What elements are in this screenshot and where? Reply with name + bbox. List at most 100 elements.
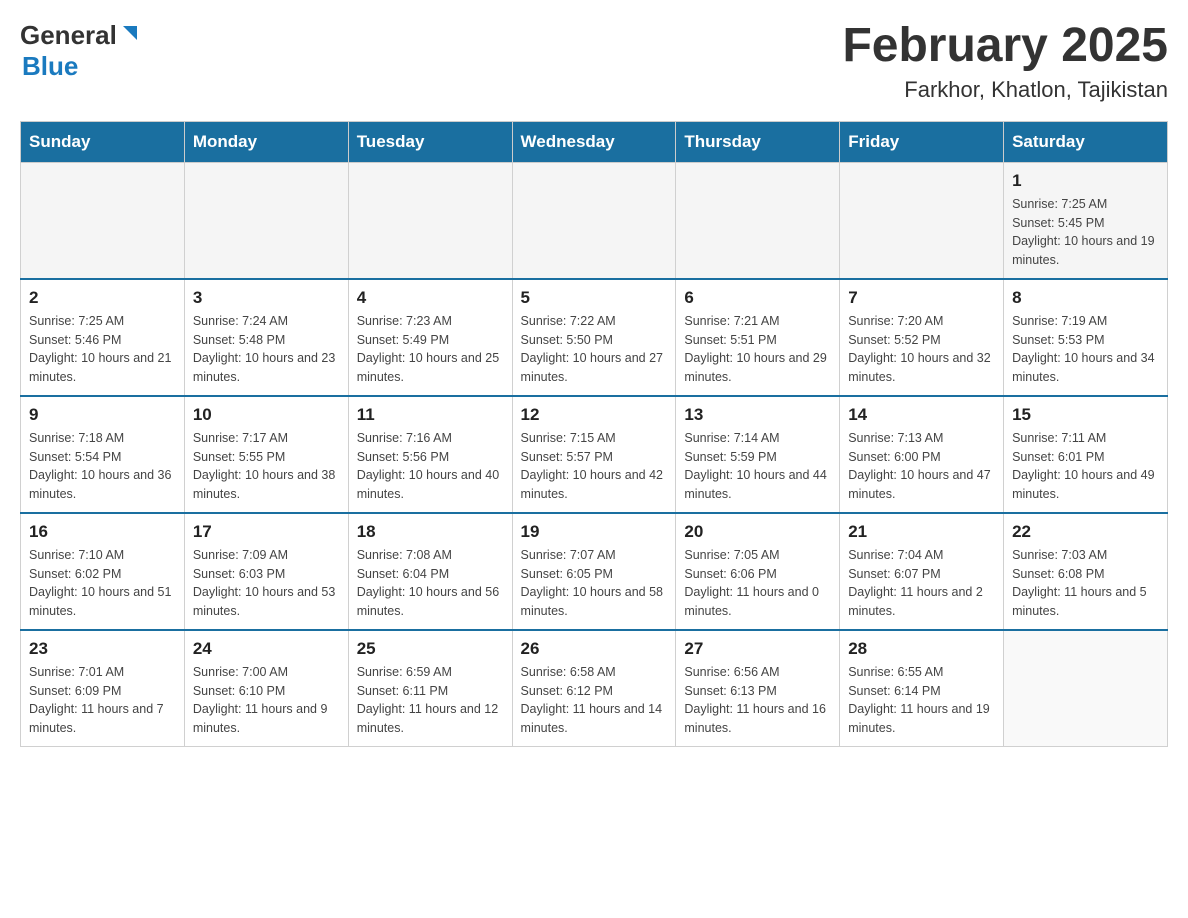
cell-day-number: 8 bbox=[1012, 288, 1159, 308]
title-block: February 2025 Farkhor, Khatlon, Tajikist… bbox=[842, 20, 1168, 103]
cell-sun-info: Sunrise: 7:03 AMSunset: 6:08 PMDaylight:… bbox=[1012, 546, 1159, 621]
calendar-header-row: Sunday Monday Tuesday Wednesday Thursday… bbox=[21, 121, 1168, 162]
calendar-cell: 17Sunrise: 7:09 AMSunset: 6:03 PMDayligh… bbox=[184, 513, 348, 630]
logo-blue-text: Blue bbox=[22, 51, 78, 81]
calendar-cell: 28 Sunrise: 6:55 AMSunset: 6:14 PMDayligh… bbox=[840, 630, 1004, 747]
calendar-cell: 27Sunrise: 6:56 AMSunset: 6:13 PMDayligh… bbox=[676, 630, 840, 747]
calendar-cell: 6 Sunrise: 7:21 AMSunset: 5:51 PMDaylight… bbox=[676, 279, 840, 396]
cell-sun-info: Sunrise: 7:13 AMSunset: 6:00 PMDaylight:… bbox=[848, 429, 995, 504]
logo: General Blue bbox=[20, 20, 141, 82]
calendar-cell: 4 Sunrise: 7:23 AMSunset: 5:49 PMDaylight… bbox=[348, 279, 512, 396]
cell-day-number: 25 bbox=[357, 639, 504, 659]
calendar-cell: 13 Sunrise: 7:14 AMSunset: 5:59 PMDayligh… bbox=[676, 396, 840, 513]
calendar-cell: 2 Sunrise: 7:25 AMSunset: 5:46 PMDaylight… bbox=[21, 279, 185, 396]
calendar-cell: 1 Sunrise: 7:25 AMSunset: 5:45 PMDaylight… bbox=[1004, 162, 1168, 279]
col-tuesday: Tuesday bbox=[348, 121, 512, 162]
calendar-cell: 20Sunrise: 7:05 AMSunset: 6:06 PMDayligh… bbox=[676, 513, 840, 630]
cell-sun-info: Sunrise: 7:20 AMSunset: 5:52 PMDaylight:… bbox=[848, 312, 995, 387]
cell-sun-info: Sunrise: 7:11 AMSunset: 6:01 PMDaylight:… bbox=[1012, 429, 1159, 504]
calendar-cell: 25Sunrise: 6:59 AMSunset: 6:11 PMDayligh… bbox=[348, 630, 512, 747]
calendar-cell: 23 Sunrise: 7:01 AMSunset: 6:09 PMDayligh… bbox=[21, 630, 185, 747]
calendar-cell: 16 Sunrise: 7:10 AMSunset: 6:02 PMDayligh… bbox=[21, 513, 185, 630]
cell-sun-info: Sunrise: 7:08 AMSunset: 6:04 PMDaylight:… bbox=[357, 546, 504, 621]
calendar-cell: 18 Sunrise: 7:08 AMSunset: 6:04 PMDayligh… bbox=[348, 513, 512, 630]
cell-day-number: 17 bbox=[193, 522, 340, 542]
cell-sun-info: Sunrise: 7:18 AMSunset: 5:54 PMDaylight:… bbox=[29, 429, 176, 504]
cell-day-number: 2 bbox=[29, 288, 176, 308]
calendar-cell: 10 Sunrise: 7:17 AMSunset: 5:55 PMDayligh… bbox=[184, 396, 348, 513]
cell-day-number: 4 bbox=[357, 288, 504, 308]
calendar-cell: 21Sunrise: 7:04 AMSunset: 6:07 PMDayligh… bbox=[840, 513, 1004, 630]
cell-sun-info: Sunrise: 7:04 AMSunset: 6:07 PMDaylight:… bbox=[848, 546, 995, 621]
page-header: General Blue February 2025 Farkhor, Khat… bbox=[20, 20, 1168, 103]
calendar-cell: 19Sunrise: 7:07 AMSunset: 6:05 PMDayligh… bbox=[512, 513, 676, 630]
calendar-table: Sunday Monday Tuesday Wednesday Thursday… bbox=[20, 121, 1168, 747]
calendar-week-1: 1 Sunrise: 7:25 AMSunset: 5:45 PMDaylight… bbox=[21, 162, 1168, 279]
cell-sun-info: Sunrise: 7:22 AMSunset: 5:50 PMDaylight:… bbox=[521, 312, 668, 387]
cell-day-number: 13 bbox=[684, 405, 831, 425]
cell-day-number: 16 bbox=[29, 522, 176, 542]
cell-sun-info: Sunrise: 6:55 AMSunset: 6:14 PMDaylight:… bbox=[848, 663, 995, 738]
col-monday: Monday bbox=[184, 121, 348, 162]
cell-sun-info: Sunrise: 7:01 AMSunset: 6:09 PMDaylight:… bbox=[29, 663, 176, 738]
cell-sun-info: Sunrise: 7:19 AMSunset: 5:53 PMDaylight:… bbox=[1012, 312, 1159, 387]
cell-day-number: 3 bbox=[193, 288, 340, 308]
cell-sun-info: Sunrise: 7:24 AMSunset: 5:48 PMDaylight:… bbox=[193, 312, 340, 387]
cell-sun-info: Sunrise: 7:17 AMSunset: 5:55 PMDaylight:… bbox=[193, 429, 340, 504]
cell-day-number: 7 bbox=[848, 288, 995, 308]
calendar-cell: 9 Sunrise: 7:18 AMSunset: 5:54 PMDaylight… bbox=[21, 396, 185, 513]
cell-sun-info: Sunrise: 7:10 AMSunset: 6:02 PMDaylight:… bbox=[29, 546, 176, 621]
page-subtitle: Farkhor, Khatlon, Tajikistan bbox=[842, 77, 1168, 103]
calendar-week-3: 9 Sunrise: 7:18 AMSunset: 5:54 PMDaylight… bbox=[21, 396, 1168, 513]
calendar-cell: 11Sunrise: 7:16 AMSunset: 5:56 PMDayligh… bbox=[348, 396, 512, 513]
calendar-cell: 14 Sunrise: 7:13 AMSunset: 6:00 PMDayligh… bbox=[840, 396, 1004, 513]
calendar-week-2: 2 Sunrise: 7:25 AMSunset: 5:46 PMDaylight… bbox=[21, 279, 1168, 396]
cell-day-number: 9 bbox=[29, 405, 176, 425]
calendar-cell: 3 Sunrise: 7:24 AMSunset: 5:48 PMDaylight… bbox=[184, 279, 348, 396]
cell-day-number: 5 bbox=[521, 288, 668, 308]
cell-day-number: 1 bbox=[1012, 171, 1159, 191]
calendar-cell bbox=[184, 162, 348, 279]
calendar-cell: 5 Sunrise: 7:22 AMSunset: 5:50 PMDaylight… bbox=[512, 279, 676, 396]
cell-sun-info: Sunrise: 7:25 AMSunset: 5:46 PMDaylight:… bbox=[29, 312, 176, 387]
cell-sun-info: Sunrise: 6:58 AMSunset: 6:12 PMDaylight:… bbox=[521, 663, 668, 738]
calendar-cell: 22 Sunrise: 7:03 AMSunset: 6:08 PMDayligh… bbox=[1004, 513, 1168, 630]
cell-day-number: 18 bbox=[357, 522, 504, 542]
calendar-cell: 15 Sunrise: 7:11 AMSunset: 6:01 PMDayligh… bbox=[1004, 396, 1168, 513]
cell-sun-info: Sunrise: 7:05 AMSunset: 6:06 PMDaylight:… bbox=[684, 546, 831, 621]
cell-sun-info: Sunrise: 7:15 AMSunset: 5:57 PMDaylight:… bbox=[521, 429, 668, 504]
cell-day-number: 6 bbox=[684, 288, 831, 308]
calendar-cell bbox=[1004, 630, 1168, 747]
cell-sun-info: Sunrise: 7:07 AMSunset: 6:05 PMDaylight:… bbox=[521, 546, 668, 621]
page-title: February 2025 bbox=[842, 20, 1168, 73]
cell-sun-info: Sunrise: 7:21 AMSunset: 5:51 PMDaylight:… bbox=[684, 312, 831, 387]
cell-day-number: 14 bbox=[848, 405, 995, 425]
cell-sun-info: Sunrise: 7:00 AMSunset: 6:10 PMDaylight:… bbox=[193, 663, 340, 738]
cell-sun-info: Sunrise: 7:23 AMSunset: 5:49 PMDaylight:… bbox=[357, 312, 504, 387]
cell-day-number: 15 bbox=[1012, 405, 1159, 425]
cell-day-number: 10 bbox=[193, 405, 340, 425]
cell-day-number: 23 bbox=[29, 639, 176, 659]
calendar-cell bbox=[348, 162, 512, 279]
calendar-cell: 12 Sunrise: 7:15 AMSunset: 5:57 PMDayligh… bbox=[512, 396, 676, 513]
col-saturday: Saturday bbox=[1004, 121, 1168, 162]
cell-day-number: 11 bbox=[357, 405, 504, 425]
cell-day-number: 12 bbox=[521, 405, 668, 425]
cell-sun-info: Sunrise: 7:25 AMSunset: 5:45 PMDaylight:… bbox=[1012, 195, 1159, 270]
calendar-cell: 8 Sunrise: 7:19 AMSunset: 5:53 PMDaylight… bbox=[1004, 279, 1168, 396]
cell-day-number: 24 bbox=[193, 639, 340, 659]
col-wednesday: Wednesday bbox=[512, 121, 676, 162]
calendar-cell: 7 Sunrise: 7:20 AMSunset: 5:52 PMDaylight… bbox=[840, 279, 1004, 396]
cell-day-number: 28 bbox=[848, 639, 995, 659]
calendar-cell: 26 Sunrise: 6:58 AMSunset: 6:12 PMDayligh… bbox=[512, 630, 676, 747]
calendar-cell bbox=[21, 162, 185, 279]
cell-sun-info: Sunrise: 6:56 AMSunset: 6:13 PMDaylight:… bbox=[684, 663, 831, 738]
col-sunday: Sunday bbox=[21, 121, 185, 162]
cell-day-number: 22 bbox=[1012, 522, 1159, 542]
cell-sun-info: Sunrise: 7:14 AMSunset: 5:59 PMDaylight:… bbox=[684, 429, 831, 504]
cell-day-number: 26 bbox=[521, 639, 668, 659]
calendar-cell bbox=[512, 162, 676, 279]
calendar-week-4: 16 Sunrise: 7:10 AMSunset: 6:02 PMDayligh… bbox=[21, 513, 1168, 630]
calendar-cell bbox=[840, 162, 1004, 279]
calendar-cell bbox=[676, 162, 840, 279]
